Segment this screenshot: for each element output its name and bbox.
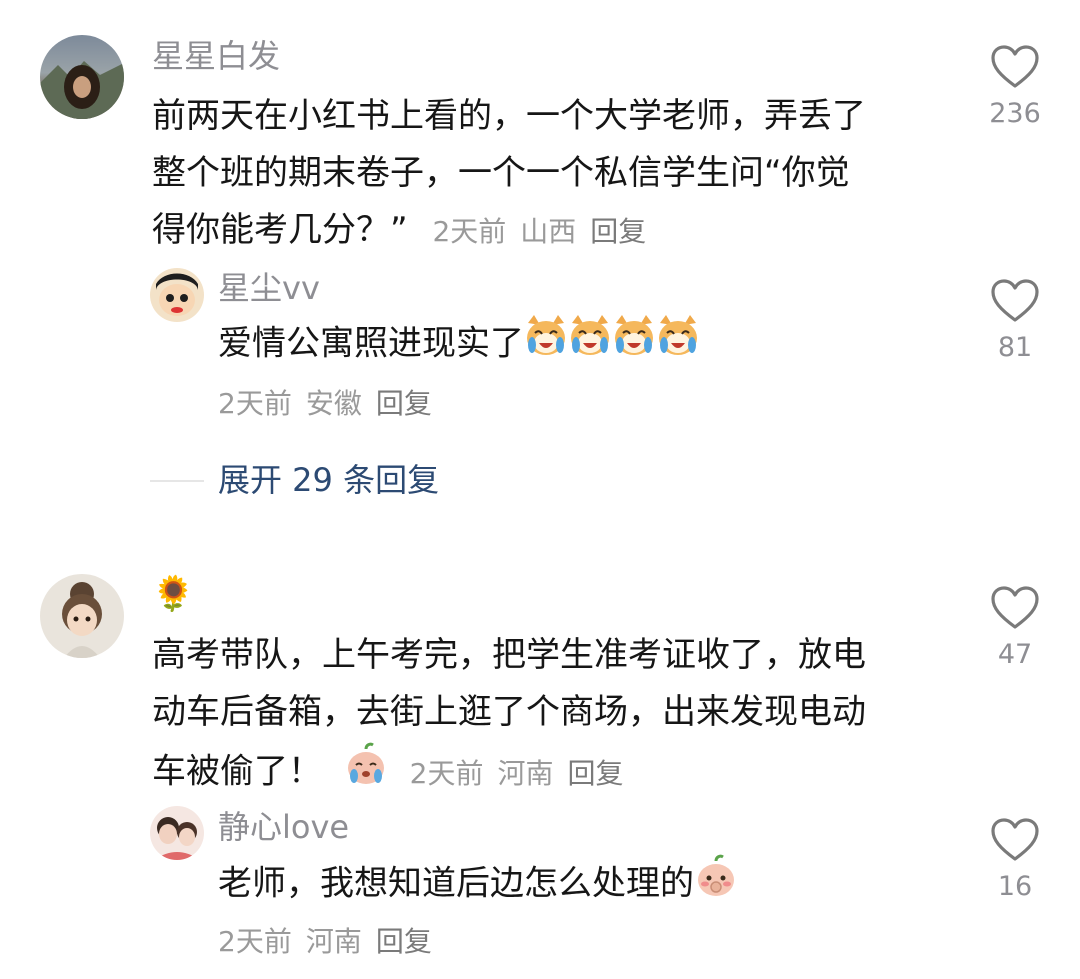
- divider: [150, 480, 204, 482]
- reply-button[interactable]: 回复: [567, 757, 623, 790]
- comment-text: 高考带队，上午考完，把学生准考证收了，放电 动车后备箱，去街上逛了个商场，出来发…: [152, 627, 952, 805]
- comment-text-line: 车被偷了！ 2天前 河南 回复: [152, 741, 952, 805]
- reply-location: 安徽: [305, 387, 362, 420]
- like-count: 236: [989, 98, 1041, 129]
- like-count: 47: [997, 639, 1033, 670]
- reply-text-row: 老师，我想知道后边怎么处理的: [218, 853, 738, 917]
- reply-text-row: 爱情公寓照进现实了: [218, 313, 698, 377]
- comment-text-tail: 车被偷了！: [152, 751, 322, 792]
- heart-icon: [991, 818, 1039, 861]
- expand-replies-button[interactable]: 展开 29 条回复: [218, 460, 439, 500]
- reply-meta: 2天前 河南 回复: [218, 920, 446, 960]
- comment-text-line: 动车后备箱，去街上逛了个商场，出来发现电动: [152, 692, 866, 732]
- reply-location: 河南: [305, 925, 362, 958]
- reply-button[interactable]: 回复: [376, 925, 432, 958]
- reply-time: 2天前: [218, 387, 292, 420]
- like-button[interactable]: 47: [975, 585, 1055, 670]
- comment-text-line: 高考带队，上午考完，把学生准考证收了，放电: [152, 635, 866, 675]
- like-count: 16: [997, 871, 1033, 902]
- avatar[interactable]: [40, 574, 124, 658]
- like-button[interactable]: 236: [975, 44, 1055, 129]
- reply-author[interactable]: 星尘vv: [218, 268, 320, 308]
- comment-text-tail: 得你能考几分？”: [152, 210, 408, 250]
- comment-text-line: 前两天在小红书上看的，一个大学老师，弄丢了: [152, 96, 866, 136]
- comment-author[interactable]: 🌻: [152, 574, 194, 614]
- reply-text: 老师，我想知道后边怎么处理的: [218, 863, 694, 904]
- comment-time: 2天前: [432, 215, 507, 248]
- shy-peach-emoji: [694, 853, 738, 917]
- reply-meta: 2天前 安徽 回复: [218, 382, 446, 422]
- like-button[interactable]: 81: [975, 278, 1055, 363]
- comment-text-line: 得你能考几分？” 2天前 山西 回复: [152, 202, 952, 260]
- reply-text: 爱情公寓照进现实了: [218, 323, 524, 364]
- comment-text: 前两天在小红书上看的，一个大学老师，弄丢了 整个班的期末卷子，一个一个私信学生问…: [152, 88, 952, 260]
- heart-icon: [991, 586, 1039, 629]
- reply-time: 2天前: [218, 925, 292, 958]
- like-button[interactable]: 16: [975, 817, 1055, 902]
- laugh-cry-cat-emoji: [524, 313, 698, 377]
- heart-icon: [991, 45, 1039, 88]
- heart-icon: [991, 279, 1039, 322]
- avatar[interactable]: [40, 35, 124, 119]
- comment-text-line: 整个班的期末卷子，一个一个私信学生问“你觉: [152, 153, 850, 193]
- comment-location: 河南: [497, 756, 554, 790]
- reply-button[interactable]: 回复: [590, 215, 646, 248]
- comment-time: 2天前: [409, 756, 484, 790]
- avatar[interactable]: [150, 268, 204, 322]
- reply-author[interactable]: 静心love: [218, 807, 349, 847]
- crying-peach-emoji: [343, 741, 389, 805]
- comment-location: 山西: [520, 215, 577, 248]
- comment-author[interactable]: 星星白发: [152, 36, 280, 76]
- like-count: 81: [997, 332, 1033, 363]
- avatar[interactable]: [150, 806, 204, 860]
- reply-button[interactable]: 回复: [376, 387, 432, 420]
